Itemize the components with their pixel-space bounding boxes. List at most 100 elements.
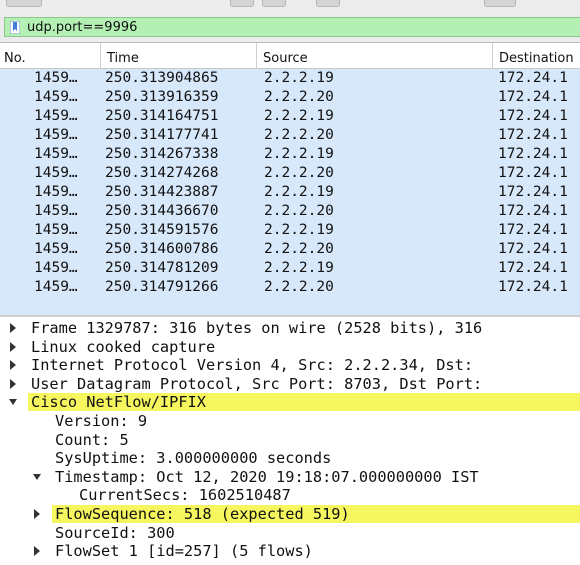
details-tree-label: SysUptime: 3.000000000 seconds xyxy=(55,449,332,468)
packet-row[interactable]: 1459… 250.314423887 2.2.2.19 172.24.1 xyxy=(0,183,580,202)
expand-arrow-icon[interactable] xyxy=(8,319,18,337)
packet-list[interactable]: No. Time Source Destination 1459… 250.313… xyxy=(0,42,580,315)
details-tree-item[interactable]: Cisco NetFlow/IPFIX xyxy=(0,393,580,412)
cell-destination: 172.24.1 xyxy=(498,184,568,200)
packet-row[interactable]: 1459… 250.314164751 2.2.2.19 172.24.1 xyxy=(0,107,580,126)
expand-arrow-icon[interactable] xyxy=(8,356,18,374)
cell-source: 2.2.2.20 xyxy=(264,279,334,295)
expand-arrow-icon[interactable] xyxy=(8,375,18,393)
packet-row[interactable]: 1459… 250.313904865 2.2.2.19 172.24.1 xyxy=(0,69,580,88)
details-tree-item[interactable]: User Datagram Protocol, Src Port: 8703, … xyxy=(0,375,580,393)
details-tree-item[interactable]: Timestamp: Oct 12, 2020 19:18:07.0000000… xyxy=(0,468,580,486)
cell-destination: 172.24.1 xyxy=(498,222,568,238)
column-header-no[interactable]: No. xyxy=(0,43,101,68)
packet-row[interactable]: 1459… 250.314791266 2.2.2.20 172.24.1 xyxy=(0,278,580,297)
cell-time: 250.314591576 xyxy=(105,222,219,238)
cell-no: 1459… xyxy=(34,241,78,257)
main-toolbar xyxy=(0,0,580,12)
column-header-destination[interactable]: Destination xyxy=(493,43,580,68)
cell-time: 250.314423887 xyxy=(105,184,219,200)
details-tree-item[interactable]: Count: 5 xyxy=(0,431,580,449)
cell-no: 1459… xyxy=(34,127,78,143)
details-tree-item[interactable]: Linux cooked capture xyxy=(0,338,580,356)
details-tree-item[interactable]: FlowSet 1 [id=257] (5 flows) xyxy=(0,542,580,560)
details-tree-item[interactable]: Version: 9 xyxy=(0,412,580,430)
cell-destination: 172.24.1 xyxy=(498,165,568,181)
cell-time: 250.314267338 xyxy=(105,146,219,162)
display-filter-input[interactable]: udp.port==9996 xyxy=(4,17,580,37)
details-tree-item[interactable]: Internet Protocol Version 4, Src: 2.2.2.… xyxy=(0,356,580,374)
cell-source: 2.2.2.20 xyxy=(264,127,334,143)
packet-row[interactable]: 1459… 250.314436670 2.2.2.20 172.24.1 xyxy=(0,202,580,221)
details-tree-label: FlowSet 1 [id=257] (5 flows) xyxy=(55,542,313,561)
expand-arrow-icon[interactable] xyxy=(8,338,18,356)
packet-list-header: No. Time Source Destination xyxy=(0,43,580,69)
details-tree-label: Timestamp: Oct 12, 2020 19:18:07.0000000… xyxy=(55,467,479,486)
details-tree-item[interactable]: SysUptime: 3.000000000 seconds xyxy=(0,449,580,467)
toolbar-button[interactable] xyxy=(6,0,42,7)
cell-source: 2.2.2.19 xyxy=(264,184,334,200)
details-tree-label: User Datagram Protocol, Src Port: 8703, … xyxy=(31,374,483,393)
packet-row[interactable]: 1459… 250.314600786 2.2.2.20 172.24.1 xyxy=(0,240,580,259)
expand-arrow-icon[interactable] xyxy=(32,505,42,523)
toolbar-button[interactable] xyxy=(230,0,254,7)
details-tree-label: SourceId: 300 xyxy=(55,523,175,542)
cell-destination: 172.24.1 xyxy=(498,89,568,105)
packet-row[interactable]: 1459… 250.314267338 2.2.2.19 172.24.1 xyxy=(0,145,580,164)
collapse-arrow-icon[interactable] xyxy=(32,468,42,486)
bookmark-icon[interactable] xyxy=(10,21,20,34)
details-tree-label: Frame 1329787: 316 bytes on wire (2528 b… xyxy=(31,319,483,337)
details-tree-label: Linux cooked capture xyxy=(31,337,216,356)
cell-source: 2.2.2.19 xyxy=(264,222,334,238)
cell-no: 1459… xyxy=(34,108,78,124)
packet-row[interactable]: 1459… 250.314274268 2.2.2.20 172.24.1 xyxy=(0,164,580,183)
cell-destination: 172.24.1 xyxy=(498,108,568,124)
toolbar-button[interactable] xyxy=(484,0,516,7)
toolbar-button[interactable] xyxy=(316,0,340,7)
expand-arrow-icon[interactable] xyxy=(32,542,42,560)
cell-source: 2.2.2.19 xyxy=(264,146,334,162)
details-tree-item[interactable]: CurrentSecs: 1602510487 xyxy=(0,486,580,504)
packet-rows: 1459… 250.313904865 2.2.2.19 172.24.1 1459… 2… xyxy=(0,69,580,297)
packet-row[interactable]: 1459… 250.314781209 2.2.2.19 172.24.1 xyxy=(0,259,580,278)
cell-no: 1459… xyxy=(34,70,78,86)
cell-source: 2.2.2.20 xyxy=(264,165,334,181)
details-tree-item[interactable]: SourceId: 300 xyxy=(0,524,580,542)
details-tree-label: FlowSequence: 518 (expected 519) xyxy=(55,505,350,523)
column-header-source[interactable]: Source xyxy=(257,43,493,68)
cell-time: 250.313904865 xyxy=(105,70,219,86)
cell-source: 2.2.2.19 xyxy=(264,108,334,124)
cell-time: 250.314164751 xyxy=(105,108,219,124)
cell-no: 1459… xyxy=(34,260,78,276)
column-header-time[interactable]: Time xyxy=(101,43,257,68)
cell-destination: 172.24.1 xyxy=(498,241,568,257)
details-tree-item[interactable]: Frame 1329787: 316 bytes on wire (2528 b… xyxy=(0,319,580,337)
cell-source: 2.2.2.20 xyxy=(264,89,334,105)
toolbar-button[interactable] xyxy=(262,0,286,7)
cell-source: 2.2.2.19 xyxy=(264,70,334,86)
details-tree-label: Internet Protocol Version 4, Src: 2.2.2.… xyxy=(31,356,474,375)
cell-no: 1459… xyxy=(34,165,78,181)
packet-row[interactable]: 1459… 250.314591576 2.2.2.19 172.24.1 xyxy=(0,221,580,240)
cell-no: 1459… xyxy=(34,222,78,238)
cell-destination: 172.24.1 xyxy=(498,127,568,143)
packet-row[interactable]: 1459… 250.314177741 2.2.2.20 172.24.1 xyxy=(0,126,580,145)
cell-source: 2.2.2.20 xyxy=(264,203,334,219)
cell-destination: 172.24.1 xyxy=(498,203,568,219)
cell-time: 250.314177741 xyxy=(105,127,219,143)
packet-row[interactable]: 1459… 250.313916359 2.2.2.20 172.24.1 xyxy=(0,88,580,107)
cell-time: 250.314436670 xyxy=(105,203,219,219)
cell-no: 1459… xyxy=(34,89,78,105)
details-tree-label: Version: 9 xyxy=(55,412,148,430)
cell-time: 250.313916359 xyxy=(105,89,219,105)
packet-details-tree[interactable]: Frame 1329787: 316 bytes on wire (2528 b… xyxy=(0,317,580,565)
cell-no: 1459… xyxy=(34,279,78,295)
cell-time: 250.314791266 xyxy=(105,279,219,295)
cell-time: 250.314600786 xyxy=(105,241,219,257)
cell-time: 250.314781209 xyxy=(105,260,219,276)
details-tree-label: Count: 5 xyxy=(55,430,129,449)
details-tree-item[interactable]: FlowSequence: 518 (expected 519) xyxy=(0,505,580,523)
cell-destination: 172.24.1 xyxy=(498,279,568,295)
collapse-arrow-icon[interactable] xyxy=(8,393,18,411)
cell-destination: 172.24.1 xyxy=(498,146,568,162)
